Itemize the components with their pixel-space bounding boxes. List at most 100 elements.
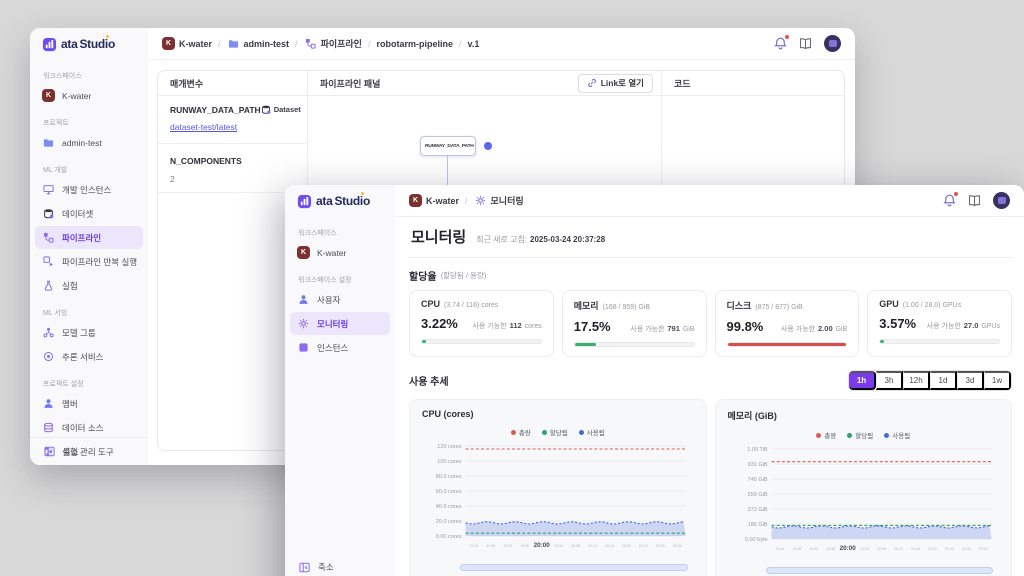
user-avatar[interactable] [824,35,841,52]
quota-name: GPU [879,299,899,309]
param-row: RUNWAY_DATA_PATH Dataset dataset-test/la… [158,96,307,144]
quota-detail: (875 / 877) GiB [755,304,802,311]
legend-item[interactable]: 사용됨 [579,427,605,437]
quota-available: 사용 가능한 791 GiB [630,324,694,334]
sidebar-item-folder[interactable]: admin-test [35,131,143,154]
model-group-icon [42,326,55,339]
quota-progress-fill [422,340,426,343]
svg-text:931 GiB: 931 GiB [747,462,767,468]
sidebar-collapse-button[interactable]: 축소 [30,437,148,465]
user-avatar[interactable] [993,192,1010,209]
logo-spark-icon [106,35,109,38]
sidebar-section-label: 워크스페이스 [298,228,395,238]
range-button-1w[interactable]: 1w [984,371,1011,390]
range-button-3d[interactable]: 3d [957,371,984,390]
legend-item[interactable]: 총량 [816,430,836,440]
legend-dot [542,430,547,435]
breadcrumb-item[interactable]: KK-water [162,37,212,50]
legend-item[interactable]: 총량 [511,427,531,437]
param-name: N_COMPONENTS [170,156,242,166]
docs-book-icon[interactable] [968,194,981,207]
time-range-group: 1h3h12h1d3d1w [848,370,1012,391]
breadcrumb-label: robotarm-pipeline [376,39,453,49]
sidebar-item-label: 데이터 소스 [62,422,103,434]
legend-dot [579,430,584,435]
back-sidebar: ataStudio 워크스페이스KK-water프로젝트admin-testML… [30,28,148,465]
collapse-icon [298,561,311,574]
breadcrumb-item[interactable]: v.1 [468,39,480,49]
monitoring-window: ataStudio 워크스페이스KK-water워크스페이스 설정사용자모니터링… [285,185,1024,576]
sidebar-item-k-avatar[interactable]: KK-water [290,241,390,264]
sidebar-item-label: K-water [317,248,346,258]
cpu-chart-card: CPU (cores) 총량할당됨사용됨 0.00 cores20.0 core… [409,399,707,576]
legend-item[interactable]: 할당됨 [542,427,568,437]
sidebar-item-dataset[interactable]: 데이터셋 [35,202,143,225]
breadcrumb-item[interactable]: 모니터링 [474,194,524,207]
sidebar-item-label: 데이터셋 [62,208,93,220]
sidebar-section-label: ML 개발 [43,165,148,175]
breadcrumb-label: v.1 [468,39,480,49]
quota-available: 사용 가능한 112 cores [472,321,541,331]
pipeline-node[interactable]: RUNWAY_DATA_PATH [420,136,476,156]
range-button-12h[interactable]: 12h [903,371,930,390]
sidebar-item-pipeline-run[interactable]: 파이프라인 반복 실행 [35,250,143,273]
sidebar-collapse-button[interactable]: 축소 [285,553,395,576]
sidebar-item-instance[interactable]: 인스턴스 [290,336,390,359]
sidebar-item-label: 파이프라인 [62,232,101,244]
svg-text:19:52: 19:52 [809,547,818,551]
range-button-3h[interactable]: 3h [876,371,903,390]
experiment-icon [42,279,55,292]
legend-item[interactable]: 할당됨 [847,430,873,440]
svg-text:19:48: 19:48 [792,547,801,551]
range-button-1h[interactable]: 1h [849,371,876,390]
notification-dot [785,35,789,39]
notifications-bell-icon[interactable] [943,194,956,207]
dataset-link[interactable]: dataset-test/latest [170,122,237,132]
app-logo[interactable]: ataStudio [30,28,148,60]
sidebar-item-model-group[interactable]: 모델 그룹 [35,321,143,344]
sidebar-item-k-avatar[interactable]: KK-water [35,84,143,107]
svg-text:186 GiB: 186 GiB [747,522,767,528]
sidebar-item-label: K-water [62,91,91,101]
sidebar-item-label: 파이프라인 반복 실행 [62,256,137,268]
chart-legend: 총량 할당됨 사용됨 [422,427,694,437]
svg-text:20:20: 20:20 [622,544,631,548]
member-icon [42,397,55,410]
svg-text:100 cores: 100 cores [437,459,462,465]
breadcrumb-item[interactable]: 파이프라인 [304,37,362,50]
range-button-1d[interactable]: 1d [930,371,957,390]
breadcrumb-separator: / [459,39,462,49]
sidebar-item-inference[interactable]: 추론 서비스 [35,345,143,368]
sidebar-item-gear[interactable]: 모니터링 [290,312,390,335]
sidebar-item-member[interactable]: 멤버 [35,392,143,415]
app-logo[interactable]: ataStudio [285,185,395,217]
breadcrumb-item[interactable]: KK-water [409,194,459,207]
sidebar-section-label: 프로젝트 설정 [43,379,148,389]
svg-text:20:12: 20:12 [588,544,597,548]
svg-text:19:44: 19:44 [775,547,784,551]
chart-title: CPU (cores) [422,409,694,419]
memory-usage-chart: 0.00 byte186 GiB373 GiB559 GiB745 GiB931… [728,441,1000,565]
gear-icon [474,194,487,207]
last-refresh: 최근 새로 고침:2025-03-24 20:37:28 [476,234,605,245]
notifications-bell-icon[interactable] [774,37,787,50]
breadcrumb-item[interactable]: robotarm-pipeline [376,39,453,49]
breadcrumb-item[interactable]: admin-test [227,37,290,50]
code-header: 코드 [662,71,844,96]
sidebar-item-experiment[interactable]: 실험 [35,274,143,297]
chart-title: 메모리 (GiB) [728,409,1000,422]
chart-scrollbar[interactable] [766,567,994,574]
page-title-row: 모니터링 최근 새로 고침:2025-03-24 20:37:28 [409,217,1012,258]
legend-item[interactable]: 사용됨 [884,430,910,440]
sidebar-item-monitor[interactable]: 개발 인스턴스 [35,178,143,201]
open-link-button[interactable]: Link로 열기 [578,74,653,93]
svg-text:20:16: 20:16 [911,547,920,551]
chart-scrollbar[interactable] [460,564,688,571]
sidebar-item-data-source[interactable]: 데이터 소스 [35,416,143,439]
sidebar-item-pipeline[interactable]: 파이프라인 [35,226,143,249]
quota-progress-track [421,339,542,344]
svg-text:19:44: 19:44 [470,544,479,548]
sidebar-item-user[interactable]: 사용자 [290,288,390,311]
docs-book-icon[interactable] [799,37,812,50]
topbar-icons [943,192,1010,209]
